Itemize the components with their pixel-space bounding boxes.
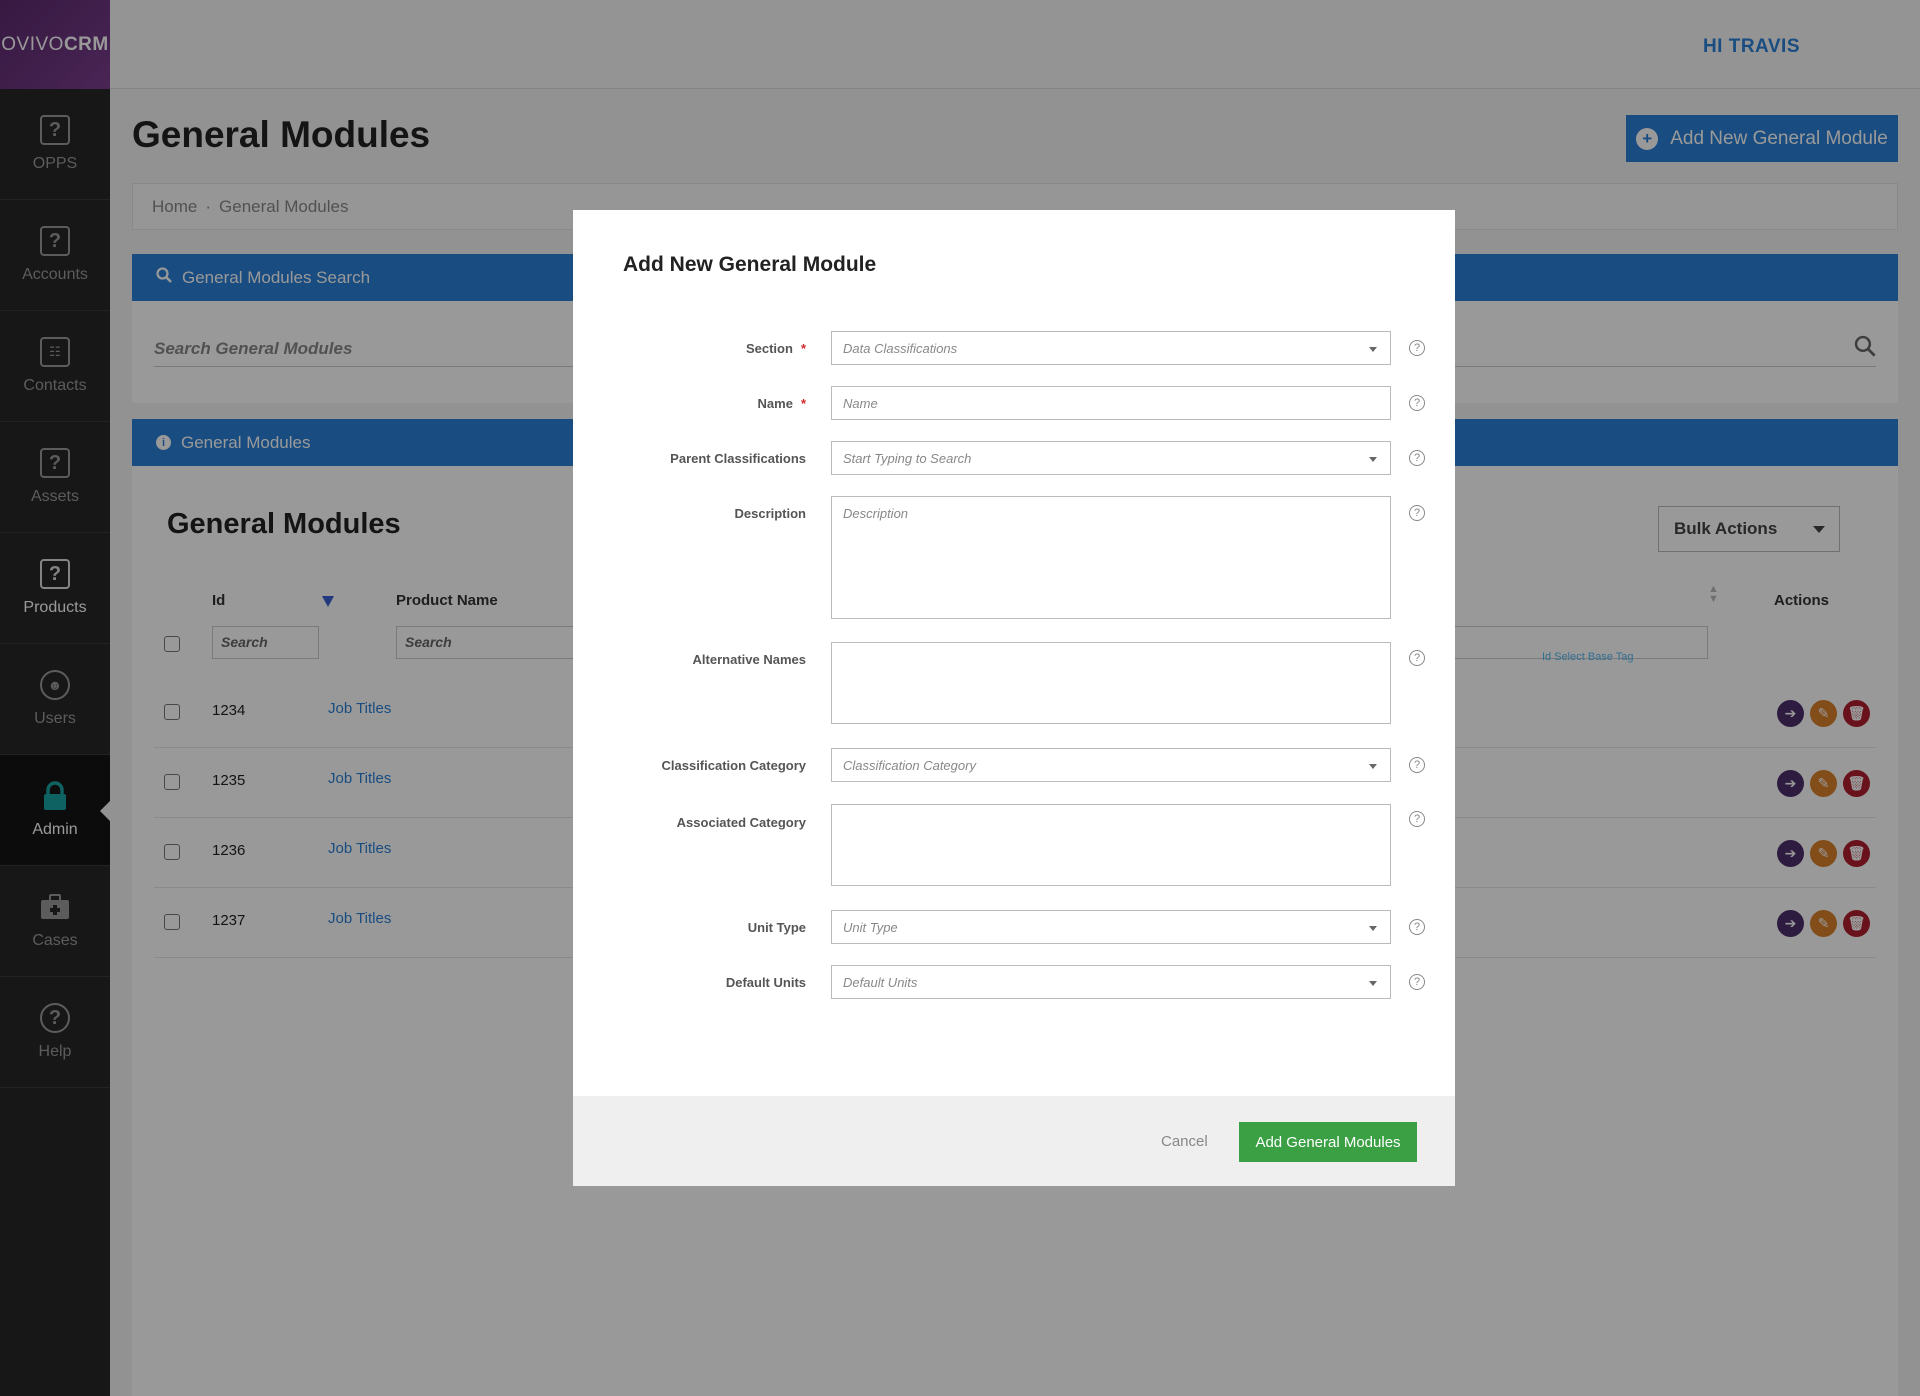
- associated-category-label: Associated Category: [676, 815, 806, 830]
- description-label: Description: [734, 506, 806, 521]
- required-marker: *: [800, 396, 806, 411]
- section-label: Section *: [745, 341, 806, 356]
- alternative-names-textarea[interactable]: [831, 642, 1391, 724]
- help-icon[interactable]: ?: [1409, 757, 1425, 773]
- add-general-module-modal: Add New General Module Section * Data Cla…: [573, 210, 1455, 1186]
- name-input[interactable]: Name: [831, 386, 1391, 420]
- help-icon[interactable]: ?: [1409, 974, 1425, 990]
- cancel-button[interactable]: Cancel: [1161, 1133, 1208, 1150]
- associated-category-textarea[interactable]: [831, 804, 1391, 886]
- modal-footer: Cancel Add General Modules: [573, 1096, 1455, 1186]
- help-icon[interactable]: ?: [1409, 395, 1425, 411]
- section-select[interactable]: Data Classifications: [831, 331, 1391, 365]
- help-icon[interactable]: ?: [1409, 811, 1425, 827]
- help-icon[interactable]: ?: [1409, 919, 1425, 935]
- classification-category-select[interactable]: Classification Category: [831, 748, 1391, 782]
- default-units-select[interactable]: Default Units: [831, 965, 1391, 999]
- unit-type-select[interactable]: Unit Type: [831, 910, 1391, 944]
- add-general-modules-button[interactable]: Add General Modules: [1239, 1122, 1417, 1162]
- modal-title: Add New General Module: [623, 253, 877, 276]
- help-icon[interactable]: ?: [1409, 340, 1425, 356]
- help-icon[interactable]: ?: [1409, 650, 1425, 666]
- name-label: Name *: [757, 396, 806, 411]
- required-marker: *: [800, 341, 806, 356]
- unit-type-label: Unit Type: [747, 920, 806, 935]
- default-units-label: Default Units: [725, 975, 806, 990]
- help-icon[interactable]: ?: [1409, 505, 1425, 521]
- help-icon[interactable]: ?: [1409, 450, 1425, 466]
- classification-category-label: Classification Category: [661, 758, 807, 773]
- alternative-names-label: Alternative Names: [692, 652, 806, 667]
- parent-classifications-select[interactable]: Start Typing to Search: [831, 441, 1391, 475]
- description-textarea[interactable]: Description: [831, 496, 1391, 619]
- parent-classifications-label: Parent Classifications: [670, 451, 806, 466]
